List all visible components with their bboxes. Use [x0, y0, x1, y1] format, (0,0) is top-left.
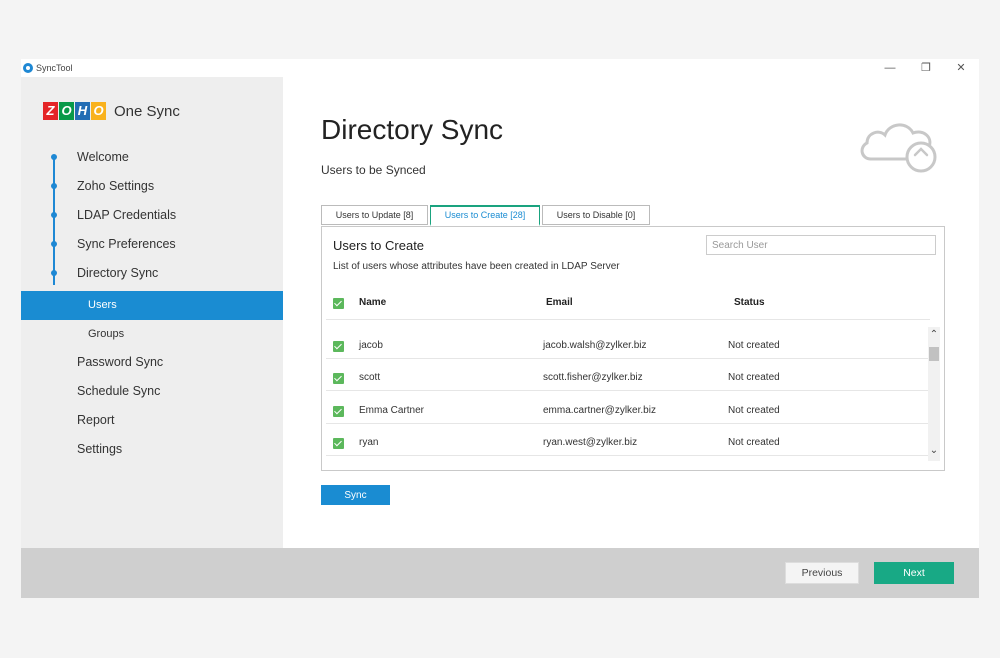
product-name: One Sync	[114, 102, 180, 120]
tab-users-to-create[interactable]: Users to Create [28]	[430, 205, 540, 226]
row-checkbox[interactable]	[333, 373, 344, 384]
sidebar-item-report[interactable]: Report	[21, 406, 283, 435]
footer-bar: Previous Next	[21, 548, 979, 598]
previous-button[interactable]: Previous	[785, 562, 859, 584]
user-email: scott.fisher@zylker.biz	[543, 372, 643, 383]
tab-users-to-disable[interactable]: Users to Disable [0]	[542, 205, 650, 225]
chevron-up-icon[interactable]: ⌃	[928, 329, 940, 341]
user-email: jacob.walsh@zylker.biz	[543, 340, 647, 351]
user-status: Not created	[728, 437, 780, 448]
main-content: Directory Sync Users to be Synced Users …	[283, 77, 979, 548]
zoho-letter-o2: O	[91, 102, 106, 120]
app-name: SyncTool	[36, 63, 73, 73]
column-header-email: Email	[546, 297, 573, 308]
sync-button[interactable]: Sync	[321, 485, 390, 505]
column-header-name: Name	[359, 297, 387, 308]
sidebar-item-label: Groups	[88, 328, 125, 340]
sidebar: Z O H O One Sync Welcome Zoho Settings L…	[21, 77, 283, 548]
sidebar-item-label: Users	[88, 299, 117, 311]
header-divider	[326, 319, 930, 320]
sidebar-item-schedule-sync[interactable]: Schedule Sync	[21, 377, 283, 406]
panel-title: Users to Create	[333, 238, 425, 253]
sidebar-item-directory-sync[interactable]: Directory Sync	[21, 259, 283, 288]
app-window: SyncTool — ❐ ✕ Z O H O One Sync Welcome …	[21, 59, 979, 598]
sidebar-item-zoho-settings[interactable]: Zoho Settings	[21, 172, 283, 201]
step-dot-icon	[51, 270, 57, 276]
column-header-status: Status	[734, 297, 765, 308]
sidebar-item-label: Report	[77, 413, 115, 427]
user-status: Not created	[728, 340, 780, 351]
select-all-checkbox[interactable]	[333, 298, 344, 309]
step-dot-icon	[51, 183, 57, 189]
step-dot-icon	[51, 212, 57, 218]
next-button[interactable]: Next	[874, 562, 954, 584]
page-subtitle: Users to be Synced	[321, 163, 426, 177]
user-name: ryan	[359, 437, 379, 448]
sidebar-item-label: Settings	[77, 442, 123, 456]
sidebar-item-settings[interactable]: Settings	[21, 435, 283, 464]
cloud-sync-icon	[860, 123, 937, 173]
user-status: Not created	[728, 372, 780, 383]
sidebar-item-sync-preferences[interactable]: Sync Preferences	[21, 230, 283, 259]
table-row[interactable]: scott scott.fisher@zylker.biz Not create…	[326, 359, 930, 391]
sidebar-item-label: Directory Sync	[77, 266, 159, 280]
sidebar-item-password-sync[interactable]: Password Sync	[21, 348, 283, 377]
zoho-letter-z: Z	[43, 102, 58, 120]
brand-logo: Z O H O One Sync	[43, 99, 180, 123]
row-checkbox[interactable]	[333, 438, 344, 449]
users-panel: Users to Create List of users whose attr…	[321, 226, 945, 471]
sidebar-item-groups[interactable]: Groups	[21, 320, 283, 349]
row-checkbox[interactable]	[333, 341, 344, 352]
sidebar-item-label: Schedule Sync	[77, 384, 161, 398]
page-title: Directory Sync	[321, 114, 504, 145]
search-user-input[interactable]	[706, 235, 936, 255]
sidebar-item-welcome[interactable]: Welcome	[21, 143, 283, 172]
user-email: ryan.west@zylker.biz	[543, 437, 638, 448]
user-status: Not created	[728, 405, 780, 416]
sidebar-item-label: LDAP Credentials	[77, 208, 177, 222]
tab-users-to-update[interactable]: Users to Update [8]	[321, 205, 428, 225]
user-name: jacob	[359, 340, 383, 351]
sidebar-item-label: Password Sync	[77, 355, 164, 369]
table-row[interactable]: ryan ryan.west@zylker.biz Not created	[326, 424, 930, 456]
title-bar: SyncTool — ❐ ✕	[21, 59, 979, 77]
row-checkbox[interactable]	[333, 406, 344, 417]
step-dot-icon	[51, 241, 57, 247]
restore-button[interactable]: ❐	[917, 60, 935, 76]
panel-description: List of users whose attributes have been…	[333, 261, 620, 272]
user-list: jacob jacob.walsh@zylker.biz Not created…	[326, 327, 930, 459]
app-logo-icon	[23, 63, 33, 73]
user-name: scott	[359, 372, 381, 383]
step-dot-icon	[51, 154, 57, 160]
list-scrollbar[interactable]: ⌃ ⌄	[928, 327, 940, 461]
sidebar-item-ldap-credentials[interactable]: LDAP Credentials	[21, 201, 283, 230]
minimize-button[interactable]: —	[881, 60, 899, 76]
user-email: emma.cartner@zylker.biz	[543, 405, 656, 416]
sidebar-item-label: Sync Preferences	[77, 237, 176, 251]
user-name: Emma Cartner	[359, 405, 425, 416]
sidebar-item-label: Zoho Settings	[77, 179, 155, 193]
table-row[interactable]: Emma Cartner emma.cartner@zylker.biz Not…	[326, 392, 930, 424]
zoho-letter-o: O	[59, 102, 74, 120]
close-button[interactable]: ✕	[952, 60, 970, 76]
table-row[interactable]: jacob jacob.walsh@zylker.biz Not created	[326, 327, 930, 359]
sidebar-item-label: Welcome	[77, 150, 129, 164]
zoho-letter-h: H	[75, 102, 90, 120]
scrollbar-thumb[interactable]	[929, 347, 939, 361]
chevron-down-icon[interactable]: ⌄	[928, 445, 940, 457]
sidebar-item-users[interactable]: Users	[21, 291, 283, 320]
